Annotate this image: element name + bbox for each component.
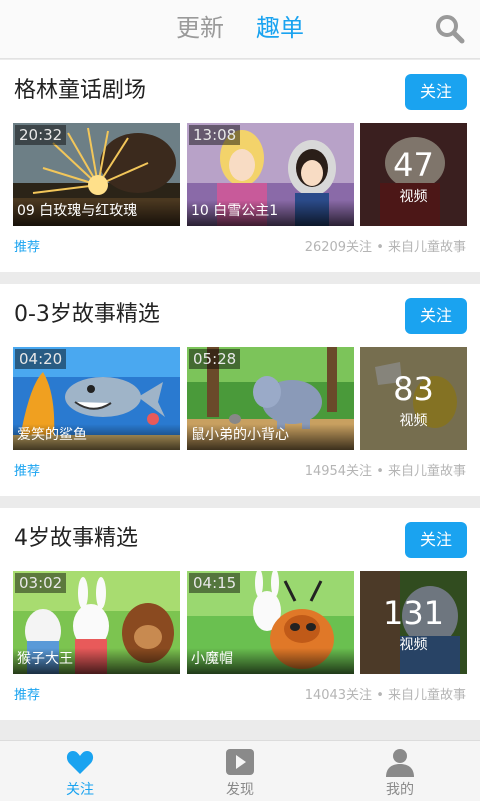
person-icon xyxy=(386,749,414,777)
play-icon xyxy=(226,749,254,775)
nav-mine-label: 我的 xyxy=(386,782,414,798)
video-thumbnail[interactable]: 13:08 10 白雪公主1 xyxy=(187,123,354,226)
video-duration: 03:02 xyxy=(15,573,67,593)
video-title: 猴子大王 xyxy=(13,648,180,674)
video-title: 10 白雪公主1 xyxy=(187,200,354,226)
nav-follow[interactable]: 关注 xyxy=(40,741,120,801)
video-count: 47 xyxy=(393,146,434,184)
nav-discover[interactable]: 发现 xyxy=(200,741,280,801)
video-thumbnail[interactable]: 20:32 09 白玫瑰与红玫瑰 xyxy=(13,123,180,226)
video-thumbnail[interactable]: 04:15 小魔帽 xyxy=(187,571,354,674)
video-title: 爱笑的鲨鱼 xyxy=(13,424,180,450)
heart-icon xyxy=(66,751,94,774)
video-count-label: 视频 xyxy=(399,413,428,429)
video-count: 131 xyxy=(382,594,445,632)
recommend-link[interactable]: 推荐 xyxy=(14,686,40,706)
video-duration: 04:15 xyxy=(189,573,241,593)
more-videos-tile[interactable]: 47 视频 xyxy=(360,123,467,226)
video-thumbnail[interactable]: 04:20 爱笑的鲨鱼 xyxy=(13,347,180,450)
playlist-card: 0-3岁故事精选 关注 04:20 爱笑的鲨鱼 05:28 鼠小弟的小背心 83… xyxy=(0,284,480,496)
top-bar: 更新 趣单 xyxy=(0,0,480,59)
playlist-card: 4岁故事精选 关注 03:02 猴子大王 04:15 小魔帽 131 视频 推荐… xyxy=(0,508,480,720)
video-title: 鼠小弟的小背心 xyxy=(187,424,354,450)
playlist-meta: 26209关注 • 来自儿童故事 xyxy=(304,240,466,255)
playlist-title: 0-3岁故事精选 xyxy=(14,302,160,327)
video-thumbnail[interactable]: 05:28 鼠小弟的小背心 xyxy=(187,347,354,450)
nav-discover-label: 发现 xyxy=(226,782,254,798)
video-title: 09 白玫瑰与红玫瑰 xyxy=(13,200,180,226)
video-duration: 05:28 xyxy=(189,349,241,369)
video-count-label: 视频 xyxy=(399,189,428,205)
more-videos-tile[interactable]: 131 视频 xyxy=(360,571,467,674)
tab-list[interactable]: 趣单 xyxy=(256,12,304,44)
follow-button[interactable]: 关注 xyxy=(405,522,467,558)
video-title: 小魔帽 xyxy=(187,648,354,674)
bottom-nav: 关注 发现 我的 xyxy=(0,740,480,801)
playlist-card: 格林童话剧场 关注 20:32 09 白玫瑰与红玫瑰 13:08 10 白雪公主… xyxy=(0,60,480,272)
tab-update[interactable]: 更新 xyxy=(176,12,224,44)
video-duration: 20:32 xyxy=(15,125,67,145)
playlist-title: 格林童话剧场 xyxy=(14,78,147,103)
playlist-title: 4岁故事精选 xyxy=(14,526,138,551)
nav-mine[interactable]: 我的 xyxy=(360,741,440,801)
nav-follow-label: 关注 xyxy=(66,782,94,798)
video-thumbnail[interactable]: 03:02 猴子大王 xyxy=(13,571,180,674)
recommend-link[interactable]: 推荐 xyxy=(14,238,40,258)
video-count: 83 xyxy=(393,370,434,408)
video-duration: 04:20 xyxy=(15,349,67,369)
search-icon[interactable] xyxy=(434,13,466,45)
more-videos-tile[interactable]: 83 视频 xyxy=(360,347,467,450)
video-duration: 13:08 xyxy=(189,125,241,145)
follow-button[interactable]: 关注 xyxy=(405,298,467,334)
video-count-label: 视频 xyxy=(399,637,428,653)
recommend-link[interactable]: 推荐 xyxy=(14,462,40,482)
playlist-meta: 14954关注 • 来自儿童故事 xyxy=(304,464,466,479)
playlist-meta: 14043关注 • 来自儿童故事 xyxy=(304,688,466,703)
follow-button[interactable]: 关注 xyxy=(405,74,467,110)
